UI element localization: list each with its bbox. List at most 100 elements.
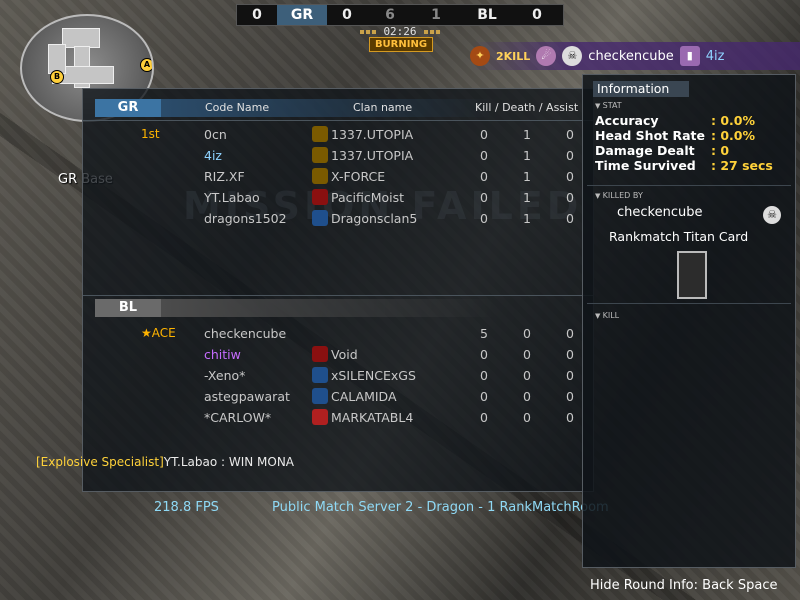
gold-wing-icon: [312, 147, 328, 163]
player-assists: 0: [566, 410, 574, 425]
scoreboard-panel: MISSION FAILED GR Code Name Clan name Ki…: [82, 88, 594, 492]
player-clan: Dragonsclan5: [331, 211, 418, 226]
player-clan: xSILENCExGS: [331, 368, 416, 383]
player-name: RIZ.XF: [204, 169, 245, 184]
team-divider: [83, 295, 593, 296]
team-bl-tab: BL: [95, 299, 161, 317]
player-assists: 0: [566, 347, 574, 362]
kill-section-label: KILL: [595, 311, 620, 320]
player-assists: 0: [566, 148, 574, 163]
kill-feed-rank-icon: ✦: [470, 46, 490, 66]
player-row: 4iz 1337.UTOPIA 0 1 0: [83, 146, 593, 166]
player-row: 1st 0cn 1337.UTOPIA 0 1 0: [83, 125, 593, 145]
gold-wing-icon: [312, 168, 328, 184]
player-deaths: 1: [523, 148, 531, 163]
chat-tag: [Explosive Specialist]: [36, 455, 164, 469]
blue-orb-icon: [312, 367, 328, 383]
red-emblem-icon: [312, 189, 328, 205]
round-count-1: 6: [385, 7, 395, 23]
minimap-marker-b: B: [50, 70, 64, 84]
player-kills: 0: [480, 211, 488, 226]
server-info: Public Match Server 2 - Dragon - 1 RankM…: [272, 500, 609, 515]
player-deaths: 0: [523, 410, 531, 425]
team-gr-score: 0: [342, 7, 352, 23]
player-name: -Xeno*: [204, 368, 246, 383]
information-title: Information: [593, 81, 689, 97]
information-panel: Information STAT Accuracy: 0.0% Head Sho…: [582, 74, 796, 568]
player-name: checkencube: [204, 326, 287, 341]
player-rank: ★ACE: [141, 326, 176, 340]
player-kills: 0: [480, 127, 488, 142]
player-name: 4iz: [204, 148, 222, 163]
player-row: RIZ.XF X-FORCE 0 1 0: [83, 167, 593, 187]
player-name: YT.Labao: [204, 190, 260, 205]
round-count-2: 1: [431, 7, 441, 23]
player-kills: 0: [480, 389, 488, 404]
weapon-icon: ☄: [536, 46, 557, 66]
team-gr-label: GR: [277, 5, 327, 25]
stat-accuracy: Accuracy: 0.0%: [595, 113, 756, 128]
player-deaths: 1: [523, 169, 531, 184]
player-kills: 0: [480, 347, 488, 362]
player-row: *CARLOW* MARKATABL4 0 0 0: [83, 408, 593, 428]
player-clan: MARKATABL4: [331, 410, 414, 425]
kill-feed-killer: 4iz: [705, 48, 725, 64]
player-row: YT.Labao PacificMoist 0 1 0: [83, 188, 593, 208]
player-clan: CALAMIDA: [331, 389, 397, 404]
player-name: dragons1502: [204, 211, 287, 226]
blue-orb-icon: [312, 388, 328, 404]
info-divider: [587, 303, 791, 304]
player-deaths: 1: [523, 211, 531, 226]
blue-orb-icon: [312, 210, 328, 226]
player-deaths: 1: [523, 190, 531, 205]
header-divider: [83, 120, 593, 121]
left-score: 0: [252, 7, 262, 23]
player-assists: 0: [566, 169, 574, 184]
player-deaths: 1: [523, 127, 531, 142]
player-clan: X-FORCE: [331, 169, 386, 184]
player-kills: 0: [480, 410, 488, 425]
skull-icon: ☠: [763, 206, 781, 224]
red-white-icon: [312, 409, 328, 425]
player-kills: 5: [480, 326, 488, 341]
stat-headshot-rate: Head Shot Rate: 0.0%: [595, 128, 756, 143]
team-bl-score: 0: [532, 7, 542, 23]
team-gr-tab: GR: [95, 99, 161, 117]
header-kda: Kill / Death / Assist: [475, 101, 579, 114]
info-divider: [587, 185, 791, 186]
player-clan: Void: [331, 347, 358, 362]
player-clan: 1337.UTOPIA: [331, 148, 414, 163]
player-assists: 0: [566, 190, 574, 205]
player-row: -Xeno* xSILENCExGS 0 0 0: [83, 366, 593, 386]
player-rank: 1st: [141, 127, 160, 141]
team-scorebar: 0 GR 0 6 1 BL 0: [236, 4, 564, 26]
player-assists: 0: [566, 127, 574, 142]
player-deaths: 0: [523, 326, 531, 341]
hide-round-info-hint: Hide Round Info: Back Space: [590, 578, 778, 593]
killer-card-name: Rankmatch Titan Card: [609, 229, 749, 244]
skull-icon: ☠: [562, 46, 583, 66]
card-icon: ▮: [679, 46, 700, 66]
header-code-name: Code Name: [205, 101, 270, 114]
player-deaths: 0: [523, 389, 531, 404]
killed-by-label: KILLED BY: [595, 191, 643, 200]
player-kills: 0: [480, 190, 488, 205]
team-bl-header-bar: [161, 299, 581, 317]
titan-card-icon: [677, 251, 707, 299]
player-assists: 0: [566, 211, 574, 226]
stat-time-survived: Time Survived: 27 secs: [595, 158, 773, 173]
burning-badge: BURNING: [369, 37, 433, 52]
player-name: chitiw: [204, 347, 241, 362]
player-kills: 0: [480, 148, 488, 163]
kill-feed: ✦ 2KILL ☄ ☠ checkencube ▮ 4iz: [470, 42, 800, 70]
player-deaths: 0: [523, 368, 531, 383]
player-row: dragons1502 Dragonsclan5 0 1 0: [83, 209, 593, 229]
kill-feed-kill-label: 2KILL: [496, 49, 531, 63]
kill-feed-victim: checkencube: [588, 48, 674, 64]
stat-damage-dealt: Damage Dealt: 0: [595, 143, 730, 158]
stat-section-label: STAT: [595, 101, 622, 110]
minimap-marker-a: A: [140, 58, 152, 72]
player-clan: 1337.UTOPIA: [331, 127, 414, 142]
player-name: 0cn: [204, 127, 227, 142]
player-assists: 0: [566, 389, 574, 404]
